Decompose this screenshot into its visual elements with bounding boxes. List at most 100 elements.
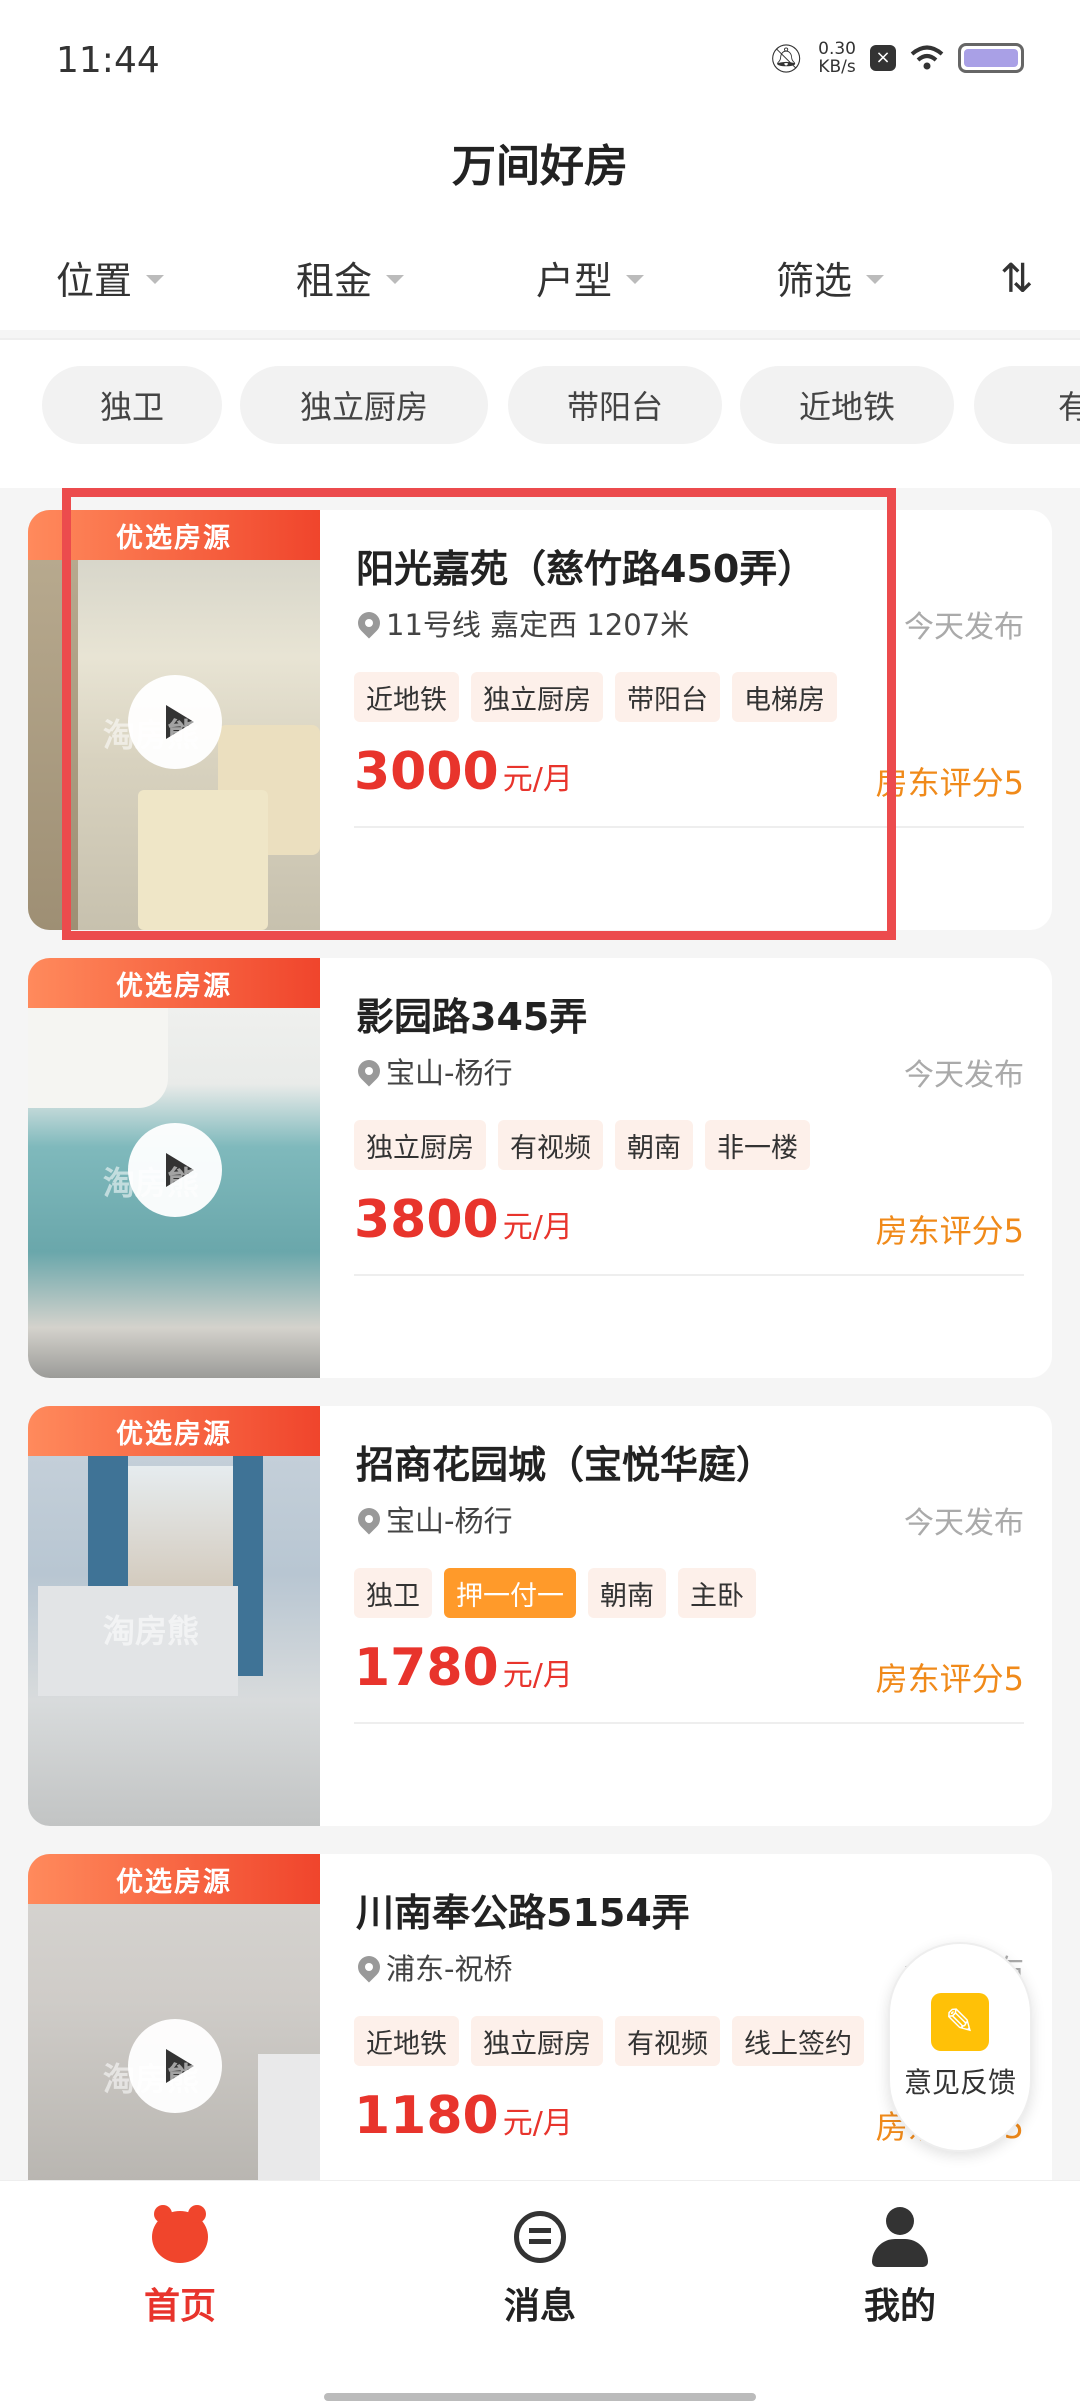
message-icon [510, 2207, 570, 2267]
chip-balcony[interactable]: 带阳台 [508, 366, 722, 444]
watermark: 淘房熊 [103, 1164, 200, 1202]
price-unit: 元/月 [502, 1210, 573, 1245]
caret-down-icon [626, 275, 645, 284]
chip-bar: 独卫 独立厨房 带阳台 近地铁 有 [0, 340, 1080, 488]
listing-thumbnail[interactable]: 淘房熊 优选房源 [28, 1854, 320, 2180]
location-pin-icon [353, 1055, 385, 1087]
listing-tag: 有视频 [498, 1120, 603, 1170]
net-speed-value: 0.30 [818, 39, 856, 59]
chip-more[interactable]: 有 [974, 366, 1080, 444]
net-speed-unit: KB/s [818, 57, 856, 77]
landlord-rating: 房东评分5 [875, 1212, 1024, 1250]
filter-layout[interactable]: 户型 [536, 250, 645, 305]
landlord-rating: 房东评分5 [875, 764, 1024, 802]
tab-profile[interactable]: 我的 [790, 2207, 1010, 2329]
edit-icon: ✎ [931, 1993, 989, 2051]
listing-tag: 近地铁 [354, 2016, 459, 2066]
tab-messages-label: 消息 [503, 2286, 576, 2327]
listing-time: 今天发布 [904, 1058, 1024, 1093]
wifi-icon [910, 45, 944, 70]
sort-icon[interactable]: ⇅ [1000, 256, 1034, 302]
divider [354, 826, 1024, 828]
listing-tag: 线上签约 [732, 2016, 864, 2066]
listing-title[interactable]: 阳光嘉苑（慈竹路450弄） [356, 538, 815, 593]
filter-location[interactable]: 位置 [56, 250, 165, 305]
caret-down-icon [146, 275, 165, 284]
listing-title[interactable]: 川南奉公路5154弄 [356, 1882, 690, 1937]
bear-home-icon [150, 2205, 210, 2267]
listing-tag: 朝南 [615, 1120, 693, 1170]
tab-profile-label: 我的 [863, 2286, 936, 2327]
listing-tag: 独立厨房 [471, 672, 603, 722]
listing-price: 3000 元/月 [354, 742, 573, 802]
network-speed: 0.30 KB/s [818, 40, 856, 76]
listing-location-text: 浦东-祝桥 [386, 1952, 513, 1986]
listing-tag: 独立厨房 [354, 1120, 486, 1170]
listing-thumbnail[interactable]: 淘房熊 优选房源 [28, 958, 320, 1378]
listing-tags: 近地铁 独立厨房 有视频 线上签约 [354, 2016, 864, 2066]
price-unit: 元/月 [502, 1658, 573, 1693]
listing-title[interactable]: 影园路345弄 [356, 986, 587, 1041]
location-pin-icon [353, 607, 385, 639]
listing-tags: 近地铁 独立厨房 带阳台 电梯房 [354, 672, 837, 722]
filter-bar: 位置 租金 户型 筛选 ⇅ [0, 250, 1080, 330]
listing-tag: 带阳台 [615, 672, 720, 722]
page-title: 万间好房 [452, 141, 628, 192]
divider [354, 1274, 1024, 1276]
home-indicator[interactable] [324, 2393, 756, 2401]
listing-tag: 主卧 [678, 1568, 756, 1618]
chip-near-subway[interactable]: 近地铁 [740, 366, 954, 444]
price-value: 3800 [354, 1190, 499, 1250]
listing-tags: 独立厨房 有视频 朝南 非一楼 [354, 1120, 810, 1170]
battery-icon [958, 43, 1024, 73]
listing-location-text: 11号线 嘉定西 1207米 [386, 608, 690, 642]
feedback-label: 意见反馈 [903, 2066, 1016, 2099]
price-value: 3000 [354, 742, 499, 802]
listing-tags: 独卫 押一付一 朝南 主卧 [354, 1568, 756, 1618]
listing-tag: 独立厨房 [471, 2016, 603, 2066]
location-pin-icon [353, 1503, 385, 1535]
caret-down-icon [386, 275, 405, 284]
watermark: 淘房熊 [103, 2060, 200, 2098]
chip-private-bath[interactable]: 独卫 [42, 366, 222, 444]
tab-home[interactable]: 首页 [70, 2205, 290, 2329]
listing-card[interactable]: 淘房熊 优选房源 招商花园城（宝悦华庭） 宝山-杨行 今天发布 独卫 押一付一 … [28, 1406, 1052, 1826]
status-time: 11:44 [56, 40, 160, 81]
landlord-rating: 房东评分5 [875, 1660, 1024, 1698]
featured-badge: 优选房源 [28, 1854, 320, 1904]
listing-price: 3800 元/月 [354, 1190, 573, 1250]
status-icons: 🔕︎ 0.30 KB/s × [769, 40, 1024, 76]
listing-tag: 非一楼 [705, 1120, 810, 1170]
listing-title[interactable]: 招商花园城（宝悦华庭） [356, 1434, 774, 1489]
caret-down-icon [866, 275, 885, 284]
feedback-button[interactable]: ✎ 意见反馈 [888, 1942, 1032, 2152]
listing-thumbnail[interactable]: 淘房熊 优选房源 [28, 1406, 320, 1826]
listing-time: 今天发布 [904, 610, 1024, 645]
filter-rent[interactable]: 租金 [296, 250, 405, 305]
listing-price: 1780 元/月 [354, 1638, 573, 1698]
listing-time: 今天发布 [904, 1506, 1024, 1541]
listing-tag: 独卫 [354, 1568, 432, 1618]
listing-location: 浦东-祝桥 [353, 1946, 513, 1988]
filter-more[interactable]: 筛选 [776, 250, 885, 305]
filter-rent-label: 租金 [296, 259, 373, 303]
divider [354, 1722, 1024, 1724]
watermark: 淘房熊 [103, 1612, 200, 1650]
bell-off-icon: 🔕︎ [768, 41, 805, 75]
listing-tag: 近地铁 [354, 672, 459, 722]
price-unit: 元/月 [502, 762, 573, 797]
listing-price: 1180 元/月 [354, 2086, 573, 2146]
filter-more-label: 筛选 [776, 259, 853, 303]
listing-location-text: 宝山-杨行 [386, 1056, 513, 1090]
tab-messages[interactable]: 消息 [430, 2207, 650, 2329]
chip-private-kitchen[interactable]: 独立厨房 [240, 366, 488, 444]
listing-thumbnail[interactable]: 淘房熊 优选房源 [28, 510, 320, 930]
location-pin-icon [353, 1951, 385, 1983]
bottom-tab-bar: 首页 消息 我的 [0, 2180, 1080, 2408]
featured-badge: 优选房源 [28, 1406, 320, 1456]
featured-badge: 优选房源 [28, 958, 320, 1008]
listing-card[interactable]: 淘房熊 优选房源 影园路345弄 宝山-杨行 今天发布 独立厨房 有视频 朝南 … [28, 958, 1052, 1378]
listing-card[interactable]: 淘房熊 优选房源 阳光嘉苑（慈竹路450弄） 11号线 嘉定西 1207米 今天… [28, 510, 1052, 930]
listing-location: 宝山-杨行 [353, 1050, 513, 1092]
price-value: 1180 [354, 2086, 499, 2146]
